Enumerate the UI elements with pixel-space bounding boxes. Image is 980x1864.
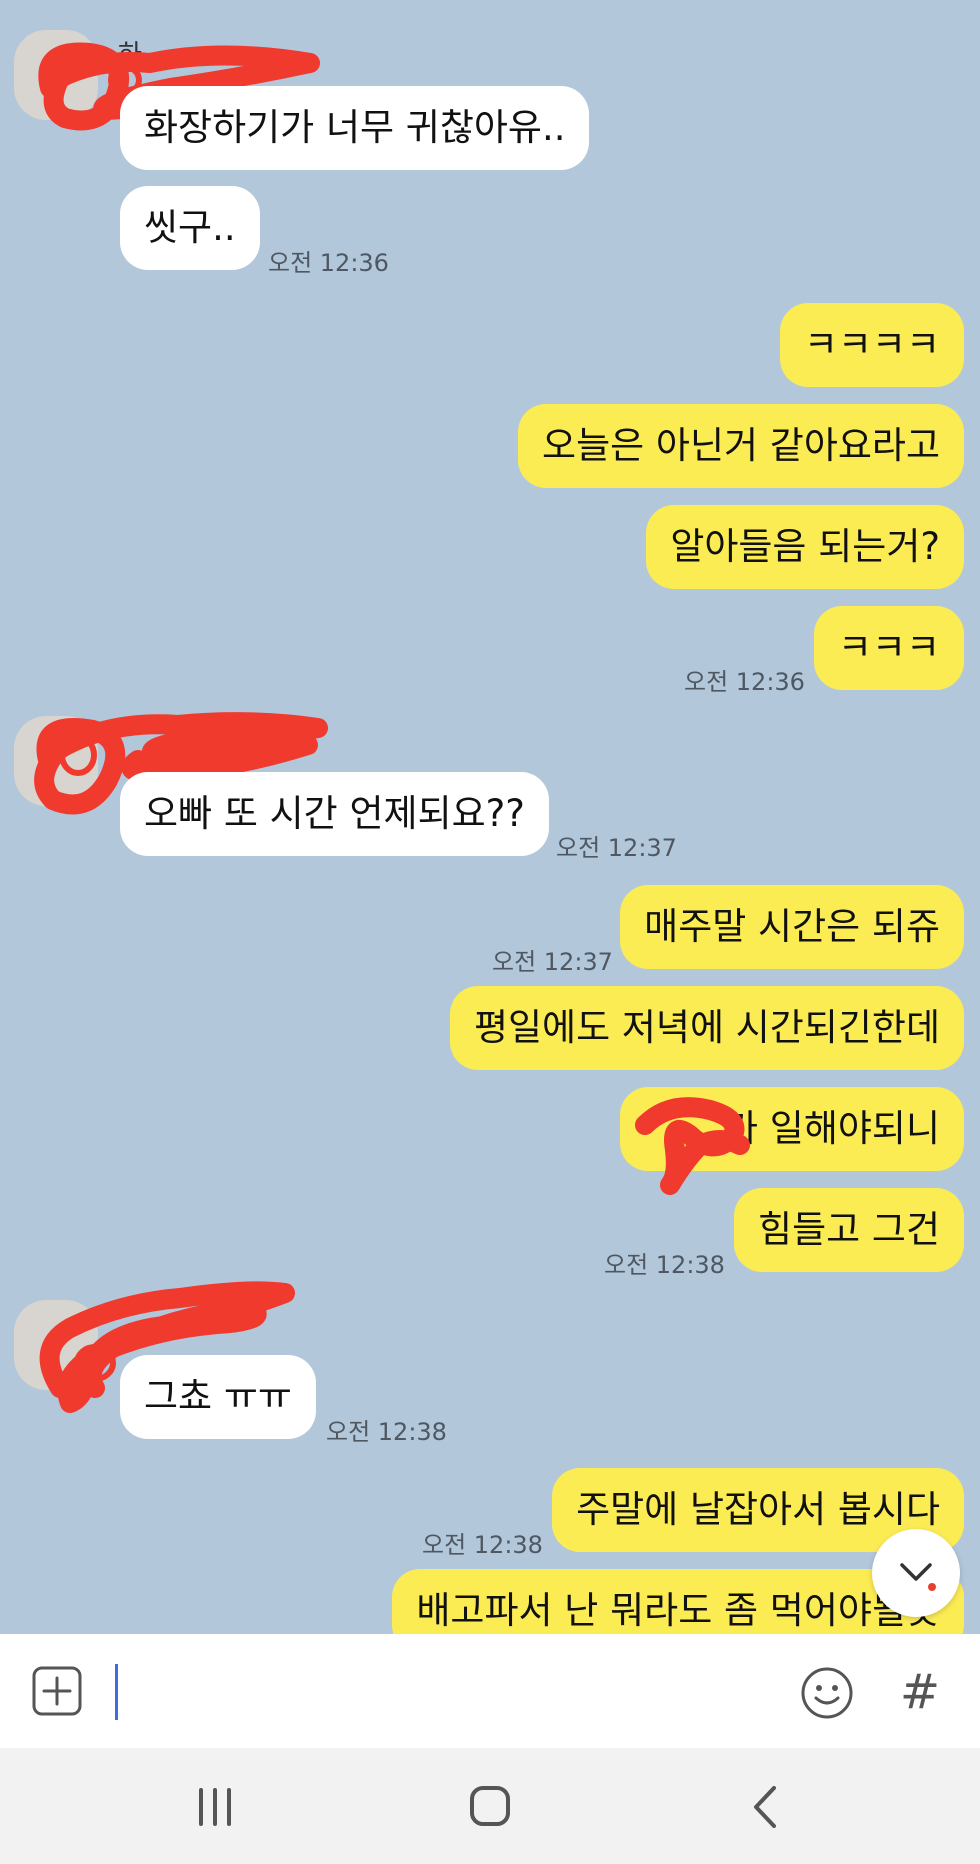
message-outgoing[interactable]: ㅋㅋㅋㅋ xyxy=(779,303,964,387)
message-timestamp: 오전 12:36 xyxy=(684,668,805,696)
sender-avatar[interactable] xyxy=(14,716,98,806)
message-incoming[interactable]: 그쵸 ㅠㅠ xyxy=(120,1355,316,1439)
system-navigation-bar xyxy=(0,1748,980,1864)
home-icon[interactable] xyxy=(460,1782,520,1832)
message-timestamp: 오전 12:38 xyxy=(326,1418,447,1446)
message-outgoing[interactable]: 가 일해야되니 xyxy=(619,1087,964,1171)
message-incoming[interactable]: 화장하기가 너무 귀찮아유.. xyxy=(120,86,590,170)
message-outgoing[interactable]: 매주말 시간은 되쥬 xyxy=(620,885,964,969)
message-timestamp: 오전 12:38 xyxy=(422,1531,543,1559)
chat-area[interactable]: 하 화장하기가 너무 귀찮아유.. 씻구.. 오전 12:36 ㅋㅋㅋㅋ 오늘은… xyxy=(0,0,980,1634)
message-outgoing[interactable]: ㅋㅋㅋ xyxy=(813,606,964,690)
scroll-to-bottom-button[interactable] xyxy=(872,1529,960,1617)
sender-avatar[interactable] xyxy=(14,1300,98,1390)
message-incoming[interactable]: 오빠 또 시간 언제되요?? xyxy=(120,772,549,856)
smiley-icon[interactable] xyxy=(800,1666,854,1720)
new-message-dot xyxy=(928,1583,936,1591)
message-timestamp: 오전 12:37 xyxy=(556,834,677,862)
message-timestamp: 오전 12:37 xyxy=(492,948,613,976)
plus-square-icon[interactable] xyxy=(32,1666,82,1716)
message-timestamp: 오전 12:38 xyxy=(604,1251,725,1279)
recent-apps-icon[interactable] xyxy=(185,1782,245,1832)
message-outgoing[interactable]: 오늘은 아닌거 같아요라고 xyxy=(518,404,964,488)
message-input[interactable] xyxy=(120,1654,774,1730)
message-input-bar: # xyxy=(0,1634,980,1748)
message-outgoing[interactable]: 힘들고 그건 xyxy=(734,1188,964,1272)
back-icon[interactable] xyxy=(736,1782,796,1832)
sender-name: 하 xyxy=(118,40,142,70)
message-outgoing[interactable]: 알아들음 되는거? xyxy=(646,505,964,589)
message-timestamp: 오전 12:36 xyxy=(268,249,389,277)
message-outgoing[interactable]: 평일에도 저녁에 시간되긴한데 xyxy=(449,986,964,1070)
hash-icon[interactable]: # xyxy=(892,1662,948,1722)
sender-avatar[interactable] xyxy=(14,30,98,120)
message-incoming[interactable]: 씻구.. xyxy=(120,186,260,270)
text-cursor xyxy=(115,1664,118,1720)
